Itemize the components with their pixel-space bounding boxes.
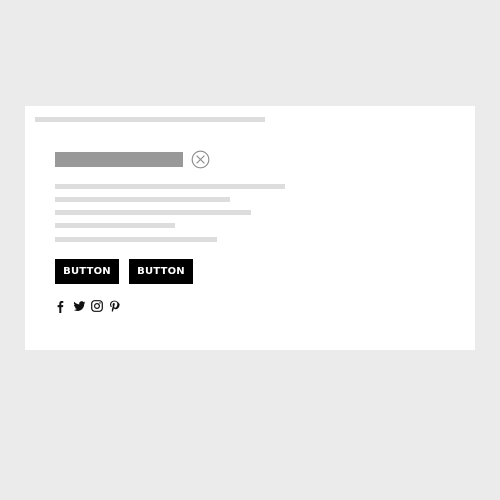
twitter-icon[interactable] — [73, 300, 86, 313]
text-placeholder-line — [55, 223, 175, 228]
title-placeholder — [55, 152, 183, 167]
text-placeholder-line — [55, 210, 251, 215]
pinterest-icon[interactable] — [109, 300, 121, 313]
secondary-button[interactable]: BUTTON — [129, 259, 193, 284]
social-links — [55, 299, 121, 313]
text-placeholder-line — [55, 184, 285, 189]
close-icon[interactable] — [191, 150, 210, 169]
primary-button[interactable]: BUTTON — [55, 259, 119, 284]
instagram-icon[interactable] — [91, 299, 103, 313]
text-placeholder-line — [55, 197, 230, 202]
modal-card: BUTTON BUTTON — [25, 106, 475, 350]
page-background: BUTTON BUTTON — [0, 0, 500, 500]
facebook-icon[interactable] — [55, 300, 67, 313]
text-placeholder-line — [55, 237, 217, 242]
header-placeholder-line — [35, 117, 265, 122]
